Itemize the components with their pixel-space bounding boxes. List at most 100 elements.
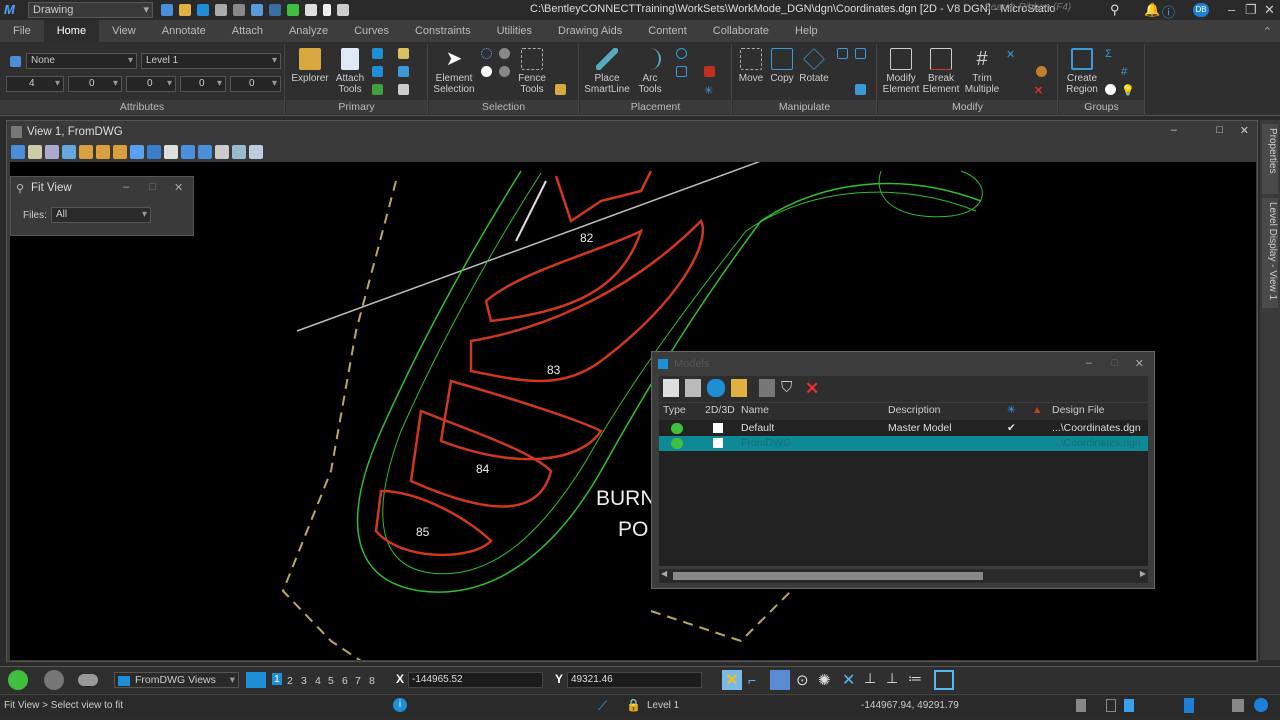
select-all-icon[interactable] bbox=[481, 48, 492, 59]
tab-home[interactable]: Home bbox=[43, 20, 100, 42]
clipboard-icon[interactable] bbox=[555, 84, 566, 95]
copy-view-icon[interactable] bbox=[215, 145, 229, 159]
active-level[interactable]: Level 1 bbox=[647, 700, 679, 711]
tab-drawing-aids[interactable]: Drawing Aids bbox=[545, 20, 635, 42]
sheet-icon[interactable] bbox=[1232, 699, 1244, 712]
create-region-button[interactable]: Create Region bbox=[1063, 48, 1101, 95]
model-placeholder-icon[interactable] bbox=[759, 379, 775, 397]
view-8-button[interactable]: 8 bbox=[369, 675, 375, 687]
group-icon[interactable]: Σ bbox=[1105, 48, 1116, 60]
place-smartline-button[interactable]: Place SmartLine bbox=[584, 48, 630, 95]
update-view-icon[interactable] bbox=[62, 145, 76, 159]
view-groups-icon[interactable] bbox=[78, 674, 98, 686]
center-snap-icon[interactable]: ⊙ bbox=[796, 671, 809, 689]
display-check[interactable]: ✔ bbox=[1007, 421, 1016, 436]
lock-icon[interactable]: 🔒 bbox=[626, 698, 641, 712]
rotate-view-icon[interactable] bbox=[147, 145, 161, 159]
raster-icon[interactable] bbox=[372, 66, 383, 77]
fillet-icon[interactable] bbox=[1036, 66, 1047, 77]
accudraw-icon[interactable]: ⟋ bbox=[598, 698, 607, 714]
search-icon[interactable]: ⚲ bbox=[1110, 2, 1120, 18]
close-icon[interactable]: ✕ bbox=[174, 181, 183, 194]
compress-icon[interactable] bbox=[233, 4, 245, 16]
color-book-icon[interactable] bbox=[1184, 698, 1194, 713]
maximize-icon[interactable]: □ bbox=[1111, 357, 1118, 369]
y-coordinate-input[interactable]: 49321.46 bbox=[567, 672, 702, 688]
zoom-in-icon[interactable] bbox=[79, 145, 93, 159]
restore-icon[interactable]: ❐ bbox=[1245, 2, 1257, 18]
user-avatar[interactable]: DB bbox=[1193, 3, 1209, 17]
view-5-button[interactable]: 5 bbox=[328, 675, 334, 687]
color-select[interactable]: 4 bbox=[6, 76, 64, 92]
modify-element-button[interactable]: Modify Element bbox=[882, 48, 920, 95]
new-icon[interactable] bbox=[161, 4, 173, 16]
table-row[interactable]: Default Master Model ✔ ...\Coordinates.d… bbox=[659, 421, 1148, 436]
snap-toggle-icon[interactable]: ✕ bbox=[722, 670, 742, 690]
cell-icon[interactable]: ✳ bbox=[704, 84, 715, 97]
attributes-icon[interactable] bbox=[398, 84, 409, 95]
move-button[interactable]: Move bbox=[735, 48, 767, 84]
view-4-button[interactable]: 4 bbox=[315, 675, 321, 687]
minimize-icon[interactable]: – bbox=[123, 181, 129, 193]
grid-icon[interactable]: # bbox=[1121, 66, 1132, 78]
view-manager-icon[interactable] bbox=[246, 672, 266, 688]
trim-multiple-button[interactable]: # Trim Multiple bbox=[962, 48, 1002, 95]
window-area-icon[interactable] bbox=[113, 145, 127, 159]
parallel-snap-icon[interactable]: ≔ bbox=[908, 670, 922, 687]
model-properties-icon[interactable] bbox=[707, 379, 725, 397]
close-icon[interactable]: ✕ bbox=[1135, 357, 1144, 370]
nearest-snap-icon[interactable] bbox=[770, 670, 790, 690]
circle-icon[interactable] bbox=[676, 48, 687, 59]
intersection-snap-icon[interactable]: ✕ bbox=[842, 670, 855, 690]
redo-icon[interactable] bbox=[269, 4, 281, 16]
forward-icon[interactable] bbox=[44, 670, 64, 690]
design-history-icon[interactable] bbox=[1106, 699, 1116, 712]
workflow-select[interactable]: Drawing bbox=[28, 2, 153, 18]
column-header-2d3d[interactable]: 2D/3D bbox=[705, 403, 735, 418]
text-icon[interactable] bbox=[704, 66, 715, 77]
tab-analyze[interactable]: Analyze bbox=[276, 20, 341, 42]
zoom-out-icon[interactable] bbox=[96, 145, 110, 159]
view-previous-icon[interactable] bbox=[181, 145, 195, 159]
priority-select[interactable]: 0 bbox=[230, 76, 281, 92]
keyin-icon[interactable] bbox=[287, 4, 299, 16]
select-by-attributes-icon[interactable] bbox=[481, 66, 492, 77]
bisector-snap-icon[interactable] bbox=[934, 670, 954, 690]
delete-icon[interactable]: ✕ bbox=[1034, 84, 1045, 97]
level-manager-icon[interactable] bbox=[372, 84, 383, 95]
view-minimize-icon[interactable]: – bbox=[1171, 124, 1177, 136]
level-display-tab[interactable]: Level Display - View 1 bbox=[1262, 198, 1278, 308]
rotate-button[interactable]: Rotate bbox=[797, 48, 831, 84]
settings-icon[interactable] bbox=[337, 4, 349, 16]
column-header-type[interactable]: Type bbox=[663, 403, 686, 418]
collapse-ribbon-icon[interactable]: ⌃ bbox=[1263, 25, 1272, 38]
properties-icon[interactable] bbox=[398, 66, 409, 77]
x-coordinate-input[interactable]: -144965.52 bbox=[408, 672, 543, 688]
back-icon[interactable] bbox=[8, 670, 28, 690]
view-attributes-icon[interactable] bbox=[11, 145, 25, 159]
arc-tools-button[interactable]: Arc Tools bbox=[632, 48, 668, 95]
maximize-icon[interactable]: □ bbox=[149, 181, 156, 193]
search-ribbon-input[interactable]: Search Ribbon (F4) bbox=[984, 2, 1104, 18]
info-icon[interactable]: i bbox=[393, 698, 407, 712]
scale-icon[interactable] bbox=[837, 48, 848, 59]
tangent-snap-icon[interactable]: ⊥ bbox=[886, 670, 898, 687]
view-rotation-icon[interactable] bbox=[232, 145, 246, 159]
connection-status-icon[interactable] bbox=[1254, 698, 1268, 712]
view-2-button[interactable]: 2 bbox=[287, 675, 293, 687]
named-group-icon[interactable] bbox=[1105, 84, 1116, 95]
fit-view-icon[interactable] bbox=[130, 145, 144, 159]
view-groups-select[interactable]: FromDWG Views bbox=[114, 672, 239, 688]
camera-icon[interactable] bbox=[249, 145, 263, 159]
element-template-select[interactable]: None bbox=[26, 53, 137, 69]
undo-icon[interactable] bbox=[251, 4, 263, 16]
tab-collaborate[interactable]: Collaborate bbox=[700, 20, 782, 42]
tab-constraints[interactable]: Constraints bbox=[402, 20, 484, 42]
transparency-select[interactable]: 0 bbox=[180, 76, 226, 92]
table-row-selected[interactable]: FromDWG ...\Coordinates.dgn bbox=[659, 436, 1148, 451]
help-icon[interactable]: ⓘ bbox=[1162, 2, 1175, 21]
2d-checkbox[interactable] bbox=[713, 423, 723, 433]
scroll-left-icon[interactable]: ◀ bbox=[661, 569, 667, 578]
print-icon[interactable] bbox=[305, 4, 317, 16]
delete-model-icon[interactable]: ✕ bbox=[805, 379, 823, 398]
